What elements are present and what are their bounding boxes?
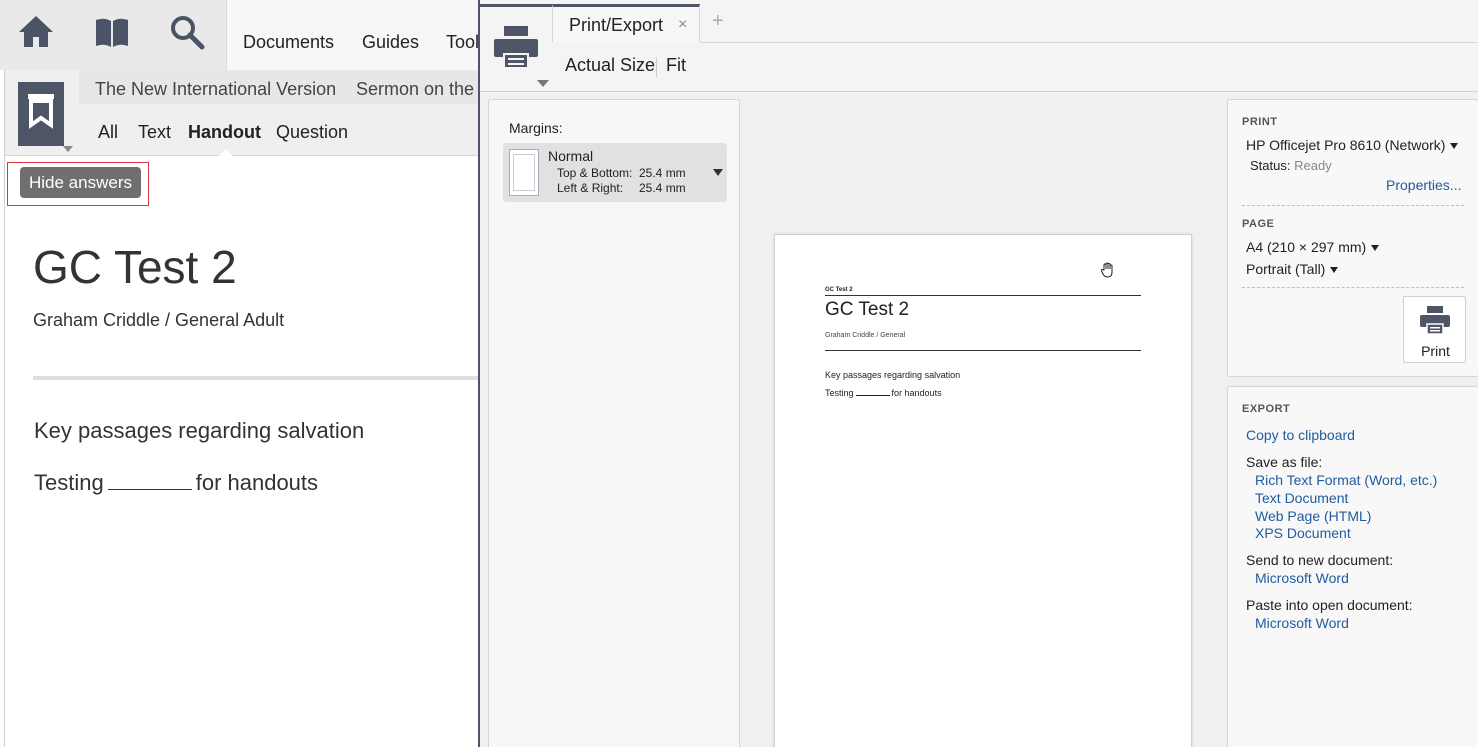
hide-answers-highlight: Hide answers [7, 162, 149, 206]
margins-top-bottom: Top & Bottom: 25.4 mm [557, 166, 686, 180]
paste-into-open-document-label: Paste into open document: [1246, 597, 1413, 613]
document-divider [33, 376, 493, 380]
hide-answers-button[interactable]: Hide answers [20, 167, 141, 198]
printer-status: Status: Ready [1250, 158, 1332, 173]
top-bottom-value: 25.4 mm [639, 166, 686, 180]
page-heading: PAGE [1242, 218, 1275, 230]
preview-author: Graham Criddle / General [825, 332, 906, 339]
export-heading: EXPORT [1242, 403, 1291, 415]
preview-header-rule [825, 295, 1141, 296]
preview-line-2-end: for handouts [891, 388, 942, 398]
fill-in-blank [107, 470, 192, 490]
print-button-label: Print [1421, 343, 1450, 359]
save-as-file-label: Save as file: [1246, 454, 1323, 470]
home-icon[interactable] [16, 12, 56, 52]
send-to-word-link[interactable]: Microsoft Word [1255, 570, 1349, 586]
printer-menu-caret-icon[interactable] [537, 80, 549, 87]
tab-print-export-label: Print/Export [569, 15, 664, 35]
preview-line-2-start: Testing [825, 388, 854, 398]
print-preview-page[interactable]: GC Test 2 GC Test 2 Graham Criddle / Gen… [774, 234, 1192, 747]
margins-left-right: Left & Right: 25.4 mm [557, 181, 686, 195]
margins-dropdown[interactable]: Normal Top & Bottom: 25.4 mm Left & Righ… [503, 143, 727, 202]
printer-select[interactable]: HP Officejet Pro 8610 (Network) [1246, 137, 1459, 153]
active-subtab-pointer [219, 149, 233, 156]
handout-document-panel: The New International Version Sermon on … [4, 70, 547, 747]
search-icon[interactable] [167, 12, 207, 52]
left-right-value: 25.4 mm [639, 181, 686, 195]
panel-accent-line [480, 4, 552, 7]
margins-page-thumbnail-icon [509, 149, 539, 196]
status-label: Status: [1250, 158, 1291, 173]
printer-dropdown-arrow-icon [1450, 143, 1459, 150]
actual-size-button[interactable]: Actual Size [565, 55, 655, 76]
preview-line-2: Testing for handouts [825, 388, 942, 398]
subtab-all[interactable]: All [98, 122, 118, 143]
nav-guides[interactable]: Guides [362, 32, 419, 53]
print-export-header: Print/Export × + Actual Size Fit [480, 0, 1478, 92]
export-card: EXPORT Copy to clipboard Save as file: R… [1227, 386, 1478, 747]
orientation-value: Portrait (Tall) [1246, 261, 1326, 277]
tab-divider [700, 42, 1478, 43]
document-line-1: Key passages regarding salvation [34, 418, 365, 443]
print-divider-1 [1242, 205, 1464, 206]
printer-name: HP Officejet Pro 8610 (Network) [1246, 137, 1446, 153]
preview-header-title: GC Test 2 [825, 287, 853, 293]
document-tab-bar: The New International Version Sermon on … [5, 70, 547, 156]
margins-label: Margins: [509, 120, 563, 136]
margins-panel: Margins: Normal Top & Bottom: 25.4 mm Le… [488, 99, 740, 747]
zoom-separator [656, 57, 657, 77]
fit-button[interactable]: Fit [666, 55, 686, 76]
paper-size-dropdown-arrow-icon [1371, 245, 1380, 252]
orientation-dropdown-arrow-icon [1330, 267, 1339, 274]
status-value: Ready [1294, 158, 1332, 173]
save-text-link[interactable]: Text Document [1255, 490, 1348, 506]
margins-preset-name: Normal [548, 148, 594, 164]
tab-new-international-version[interactable]: The New International Version [79, 70, 354, 104]
app-main-nav: Documents Guides Tools [226, 0, 488, 70]
print-divider-2 [1242, 287, 1464, 288]
print-export-panel: Print/Export × + Actual Size Fit Margins… [478, 0, 1478, 747]
save-xps-link[interactable]: XPS Document [1255, 525, 1351, 541]
document-title: GC Test 2 [33, 241, 237, 293]
document-line-2: Testing for handouts [34, 470, 318, 496]
document-line-2-start: Testing [34, 470, 104, 495]
top-bottom-label: Top & Bottom: [557, 166, 633, 180]
tab-print-export[interactable]: Print/Export × [552, 4, 700, 42]
print-button-printer-icon [1419, 305, 1451, 335]
save-html-link[interactable]: Web Page (HTML) [1255, 508, 1371, 524]
orientation-select[interactable]: Portrait (Tall) [1246, 261, 1339, 277]
preview-line-1: Key passages regarding salvation [825, 370, 961, 380]
send-to-new-document-label: Send to new document: [1246, 552, 1394, 568]
preview-fill-in-blank [855, 388, 890, 396]
close-tab-icon[interactable]: × [678, 16, 687, 34]
add-tab-icon[interactable]: + [712, 10, 724, 33]
logo-dropdown-caret-icon[interactable] [63, 146, 73, 152]
save-rtf-link[interactable]: Rich Text Format (Word, etc.) [1255, 472, 1437, 488]
print-button[interactable]: Print [1403, 296, 1466, 363]
preview-title: GC Test 2 [825, 299, 910, 320]
print-settings-card: PRINT HP Officejet Pro 8610 (Network) St… [1227, 99, 1478, 377]
subtab-question[interactable]: Question [276, 122, 348, 143]
library-book-icon[interactable] [92, 12, 132, 52]
printer-properties-link[interactable]: Properties... [1386, 177, 1461, 193]
subtab-text[interactable]: Text [138, 122, 171, 143]
copy-to-clipboard-link[interactable]: Copy to clipboard [1246, 427, 1355, 443]
document-logo-icon[interactable] [18, 82, 64, 146]
paste-into-word-link[interactable]: Microsoft Word [1255, 615, 1349, 631]
document-author: Graham Criddle / General Adult [33, 310, 285, 330]
print-heading: PRINT [1242, 116, 1278, 128]
left-right-label: Left & Right: [557, 181, 624, 195]
subtab-handout[interactable]: Handout [188, 122, 261, 143]
preview-title-rule [825, 350, 1141, 351]
paper-size-value: A4 (210 × 297 mm) [1246, 239, 1367, 255]
nav-documents[interactable]: Documents [243, 32, 334, 53]
document-line-2-end: for handouts [195, 470, 319, 495]
hand-cursor-icon [1099, 261, 1117, 279]
printer-icon[interactable] [492, 24, 540, 70]
paper-size-select[interactable]: A4 (210 × 297 mm) [1246, 239, 1380, 255]
margins-dropdown-arrow-icon[interactable] [713, 169, 723, 176]
